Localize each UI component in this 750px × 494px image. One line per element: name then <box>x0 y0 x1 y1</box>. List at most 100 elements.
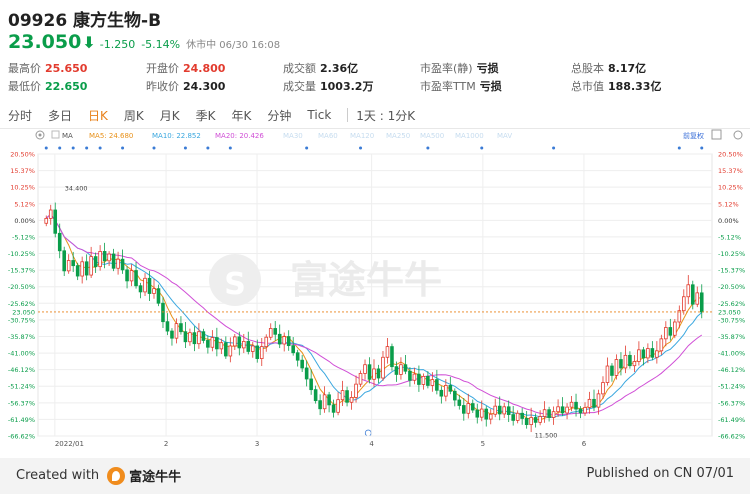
candle-body <box>71 260 75 267</box>
quote-header: 09926 康方生物-B 23.050⬇ -1.250 -5.14% 休市中 06/3… <box>0 0 750 100</box>
candle-body <box>268 328 273 338</box>
candle-body <box>408 370 412 381</box>
stat-open: 开盘价 24.800 <box>146 62 226 75</box>
candle-body <box>529 417 533 426</box>
candle-body <box>174 323 179 339</box>
candle-body <box>345 390 349 403</box>
stat-turnover: 成交额 2.36亿 <box>283 62 359 75</box>
candle-body <box>412 373 417 381</box>
tab-monthly-k[interactable]: 月K <box>160 107 180 124</box>
tab-quarterly-k[interactable]: 季K <box>196 107 216 124</box>
x-tick-label: 3 <box>255 440 259 448</box>
candle-body <box>515 412 520 421</box>
tab-tick[interactable]: Tick <box>307 108 331 122</box>
candle-body <box>574 401 578 410</box>
adjust-toggle[interactable]: 前复权 <box>683 131 704 140</box>
candle-body <box>206 340 210 348</box>
candle-body <box>116 258 120 269</box>
candle-body <box>354 383 358 398</box>
candle-body <box>165 321 170 332</box>
legend-ma30[interactable]: MA30 <box>283 132 303 140</box>
candle-body <box>444 385 448 397</box>
candle-body <box>470 403 475 411</box>
candle-body <box>327 394 331 406</box>
legend-ma120[interactable]: MA120 <box>350 132 374 140</box>
candle-body <box>125 269 129 282</box>
candle-body <box>336 399 340 413</box>
tab-yearly-k[interactable]: 年K <box>232 107 252 124</box>
stat-volume: 成交量 1003.2万 <box>283 80 374 93</box>
legend-ma20[interactable]: MA20: 20.426 <box>215 132 264 140</box>
legend-ma500[interactable]: MA500 <box>420 132 444 140</box>
y-tick-right: 5.12% <box>718 200 739 208</box>
candle-body <box>304 367 309 380</box>
candle-body <box>583 407 587 414</box>
legend-mav[interactable]: MAV <box>497 132 512 140</box>
legend-ma10[interactable]: MA10: 22.852 <box>152 132 201 140</box>
tab-minute[interactable]: 分钟 <box>267 107 291 124</box>
y-tick-left: 15.37% <box>10 167 35 175</box>
candle-body <box>641 349 646 359</box>
published-date: Published on CN 07/01 <box>586 466 734 481</box>
candle-body <box>565 406 569 414</box>
candle-body <box>129 270 134 282</box>
candle-body <box>44 218 49 224</box>
candle-body <box>295 352 300 361</box>
y-tick-left: -5.12% <box>12 233 35 241</box>
stock-title: 09926 康方生物-B <box>8 11 162 31</box>
candle-body <box>479 408 484 418</box>
candle-body <box>224 342 228 357</box>
y-tick-left: -46.12% <box>8 366 35 374</box>
event-dot <box>700 146 704 150</box>
candle-body <box>610 365 614 376</box>
kline-chart[interactable]: MA MA5: 24.680 MA10: 22.852 MA20: 20.426… <box>0 128 750 450</box>
ma-checkbox[interactable] <box>51 130 60 139</box>
min-price-label: 11.500 <box>535 432 558 440</box>
candle-body <box>179 323 183 333</box>
candle-body <box>578 408 583 414</box>
candle-body <box>264 336 269 347</box>
legend-ma5[interactable]: MA5: 24.680 <box>89 132 133 140</box>
legend-ma1000[interactable]: MA1000 <box>455 132 484 140</box>
stat-prev-close: 昨收价 24.300 <box>146 80 226 93</box>
y-tick-right: 15.37% <box>718 167 743 175</box>
event-dot <box>152 146 156 150</box>
candle-body <box>237 336 242 349</box>
candle-body <box>673 321 677 336</box>
watermark: S 富途牛牛 <box>209 254 442 306</box>
settings-icon[interactable] <box>733 130 743 140</box>
event-marker-bottom <box>364 429 372 437</box>
copy-icon[interactable] <box>711 129 722 140</box>
tab-weekly-k[interactable]: 周K <box>124 107 144 124</box>
candle-body <box>233 336 237 347</box>
candle-body <box>664 327 668 340</box>
candle-body <box>426 375 430 386</box>
candle-body <box>390 346 394 368</box>
max-price-label: 34.400 <box>65 185 88 193</box>
stat-low: 最低价 22.650 <box>8 80 88 93</box>
legend-ma60[interactable]: MA60 <box>318 132 338 140</box>
candle-body <box>75 265 80 277</box>
y-tick-left: -56.37% <box>8 399 35 407</box>
candle-body <box>542 409 547 417</box>
candle-body <box>358 373 363 385</box>
legend-ma250[interactable]: MA250 <box>386 132 410 140</box>
candle-body <box>547 409 551 418</box>
tab-1day-1min-k[interactable]: 1天 : 1分K <box>356 107 415 124</box>
candle-body <box>255 345 260 359</box>
x-tick-label: 2 <box>164 440 168 448</box>
candle-body <box>682 296 686 312</box>
candle-body <box>246 341 251 352</box>
candle-body <box>66 260 71 272</box>
tab-daily-k[interactable]: 日K <box>88 107 108 124</box>
tab-intraday[interactable]: 分时 <box>8 107 32 124</box>
candle-body <box>551 411 556 418</box>
candle-body <box>192 332 197 345</box>
y-tick-left: -41.00% <box>8 350 35 358</box>
y-tick-left: -25.62% <box>8 300 35 308</box>
candle-body <box>372 368 376 380</box>
stat-pe-ttm: 市盈率TTM 亏损 <box>420 80 502 93</box>
candle-body <box>538 416 542 423</box>
candle-body <box>430 379 435 386</box>
tab-multi-day[interactable]: 多日 <box>48 107 72 124</box>
